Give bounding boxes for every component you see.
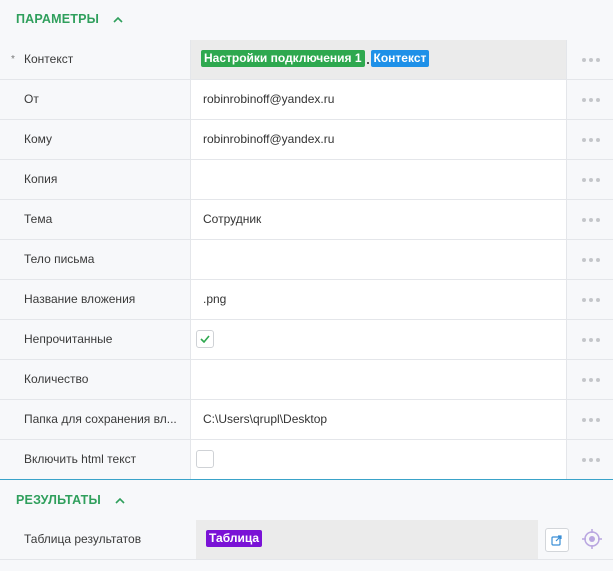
param-row-to: Кому robinrobinoff@yandex.ru bbox=[0, 120, 613, 160]
results-section-title: РЕЗУЛЬТАТЫ bbox=[16, 493, 101, 507]
count-field[interactable] bbox=[190, 360, 567, 399]
results-section-header[interactable]: РЕЗУЛЬТАТЫ bbox=[0, 481, 613, 519]
check-icon bbox=[200, 335, 210, 343]
param-label: Название вложения bbox=[24, 292, 136, 306]
more-dots-icon[interactable] bbox=[568, 320, 613, 359]
more-dots-icon[interactable] bbox=[568, 160, 613, 199]
result-table-value[interactable]: Таблица bbox=[196, 520, 538, 559]
param-row-from: От robinrobinoff@yandex.ru bbox=[0, 80, 613, 120]
param-label: Количество bbox=[24, 372, 89, 386]
param-label: Папка для сохранения вл... bbox=[24, 412, 177, 426]
open-external-icon bbox=[551, 535, 562, 546]
from-field[interactable]: robinrobinoff@yandex.ru bbox=[190, 80, 567, 119]
params-section-header[interactable]: ПАРАМЕТРЫ bbox=[0, 0, 613, 38]
param-label: Непрочитанные bbox=[24, 332, 113, 346]
html-text-checkbox[interactable] bbox=[196, 450, 214, 468]
more-dots-icon[interactable] bbox=[568, 40, 613, 79]
properties-panel: ПАРАМЕТРЫ * Контекст Настройки подключен… bbox=[0, 0, 613, 571]
save-folder-field[interactable]: C:\Users\qrupl\Desktop bbox=[190, 400, 567, 439]
param-label: Копия bbox=[24, 172, 58, 186]
unread-value bbox=[190, 320, 567, 359]
more-dots-icon[interactable] bbox=[568, 280, 613, 319]
result-row-table: Таблица результатов Таблица bbox=[0, 520, 613, 560]
subject-field[interactable]: Сотрудник bbox=[190, 200, 567, 239]
param-row-count: Количество bbox=[0, 360, 613, 400]
cc-field[interactable] bbox=[190, 160, 567, 199]
open-external-button[interactable] bbox=[545, 528, 569, 552]
chevron-up-icon[interactable] bbox=[115, 497, 125, 507]
attachment-name-field[interactable]: .png bbox=[190, 280, 567, 319]
tag-separator bbox=[366, 61, 369, 64]
param-label: От bbox=[24, 92, 39, 106]
result-label: Таблица результатов bbox=[24, 532, 142, 546]
param-label: Тело письма bbox=[24, 252, 95, 266]
more-dots-icon[interactable] bbox=[568, 120, 613, 159]
more-dots-icon[interactable] bbox=[568, 440, 613, 479]
context-value[interactable]: Настройки подключения 1 Контекст bbox=[190, 40, 567, 79]
table-tag[interactable]: Таблица bbox=[206, 530, 263, 548]
section-divider bbox=[0, 479, 613, 480]
param-row-attachment-name: Название вложения .png bbox=[0, 280, 613, 320]
more-dots-icon[interactable] bbox=[568, 240, 613, 279]
param-label: Контекст bbox=[24, 52, 74, 66]
to-field[interactable]: robinrobinoff@yandex.ru bbox=[190, 120, 567, 159]
unread-checkbox[interactable] bbox=[196, 330, 214, 348]
more-dots-icon[interactable] bbox=[568, 360, 613, 399]
param-label: Тема bbox=[24, 212, 53, 226]
html-text-value bbox=[190, 440, 567, 479]
params-section-title: ПАРАМЕТРЫ bbox=[16, 12, 100, 26]
chevron-up-icon[interactable] bbox=[113, 16, 123, 26]
param-row-cc: Копия bbox=[0, 160, 613, 200]
param-label: Включить html текст bbox=[24, 452, 137, 466]
body-field[interactable] bbox=[190, 240, 567, 279]
param-row-body: Тело письма bbox=[0, 240, 613, 280]
param-row-context: * Контекст Настройки подключения 1 Контек… bbox=[0, 40, 613, 80]
required-mark: * bbox=[11, 54, 15, 65]
more-dots-icon[interactable] bbox=[568, 80, 613, 119]
more-dots-icon[interactable] bbox=[568, 200, 613, 239]
context-tag[interactable]: Контекст bbox=[370, 50, 430, 68]
param-row-unread: Непрочитанные bbox=[0, 320, 613, 360]
more-dots-icon[interactable] bbox=[568, 400, 613, 439]
crosshair-target-icon[interactable] bbox=[581, 528, 603, 550]
param-row-subject: Тема Сотрудник bbox=[0, 200, 613, 240]
connection-settings-tag[interactable]: Настройки подключения 1 bbox=[201, 50, 365, 68]
param-row-html-text: Включить html текст bbox=[0, 440, 613, 480]
param-row-save-folder: Папка для сохранения вл... C:\Users\qrup… bbox=[0, 400, 613, 440]
param-label: Кому bbox=[24, 132, 53, 146]
